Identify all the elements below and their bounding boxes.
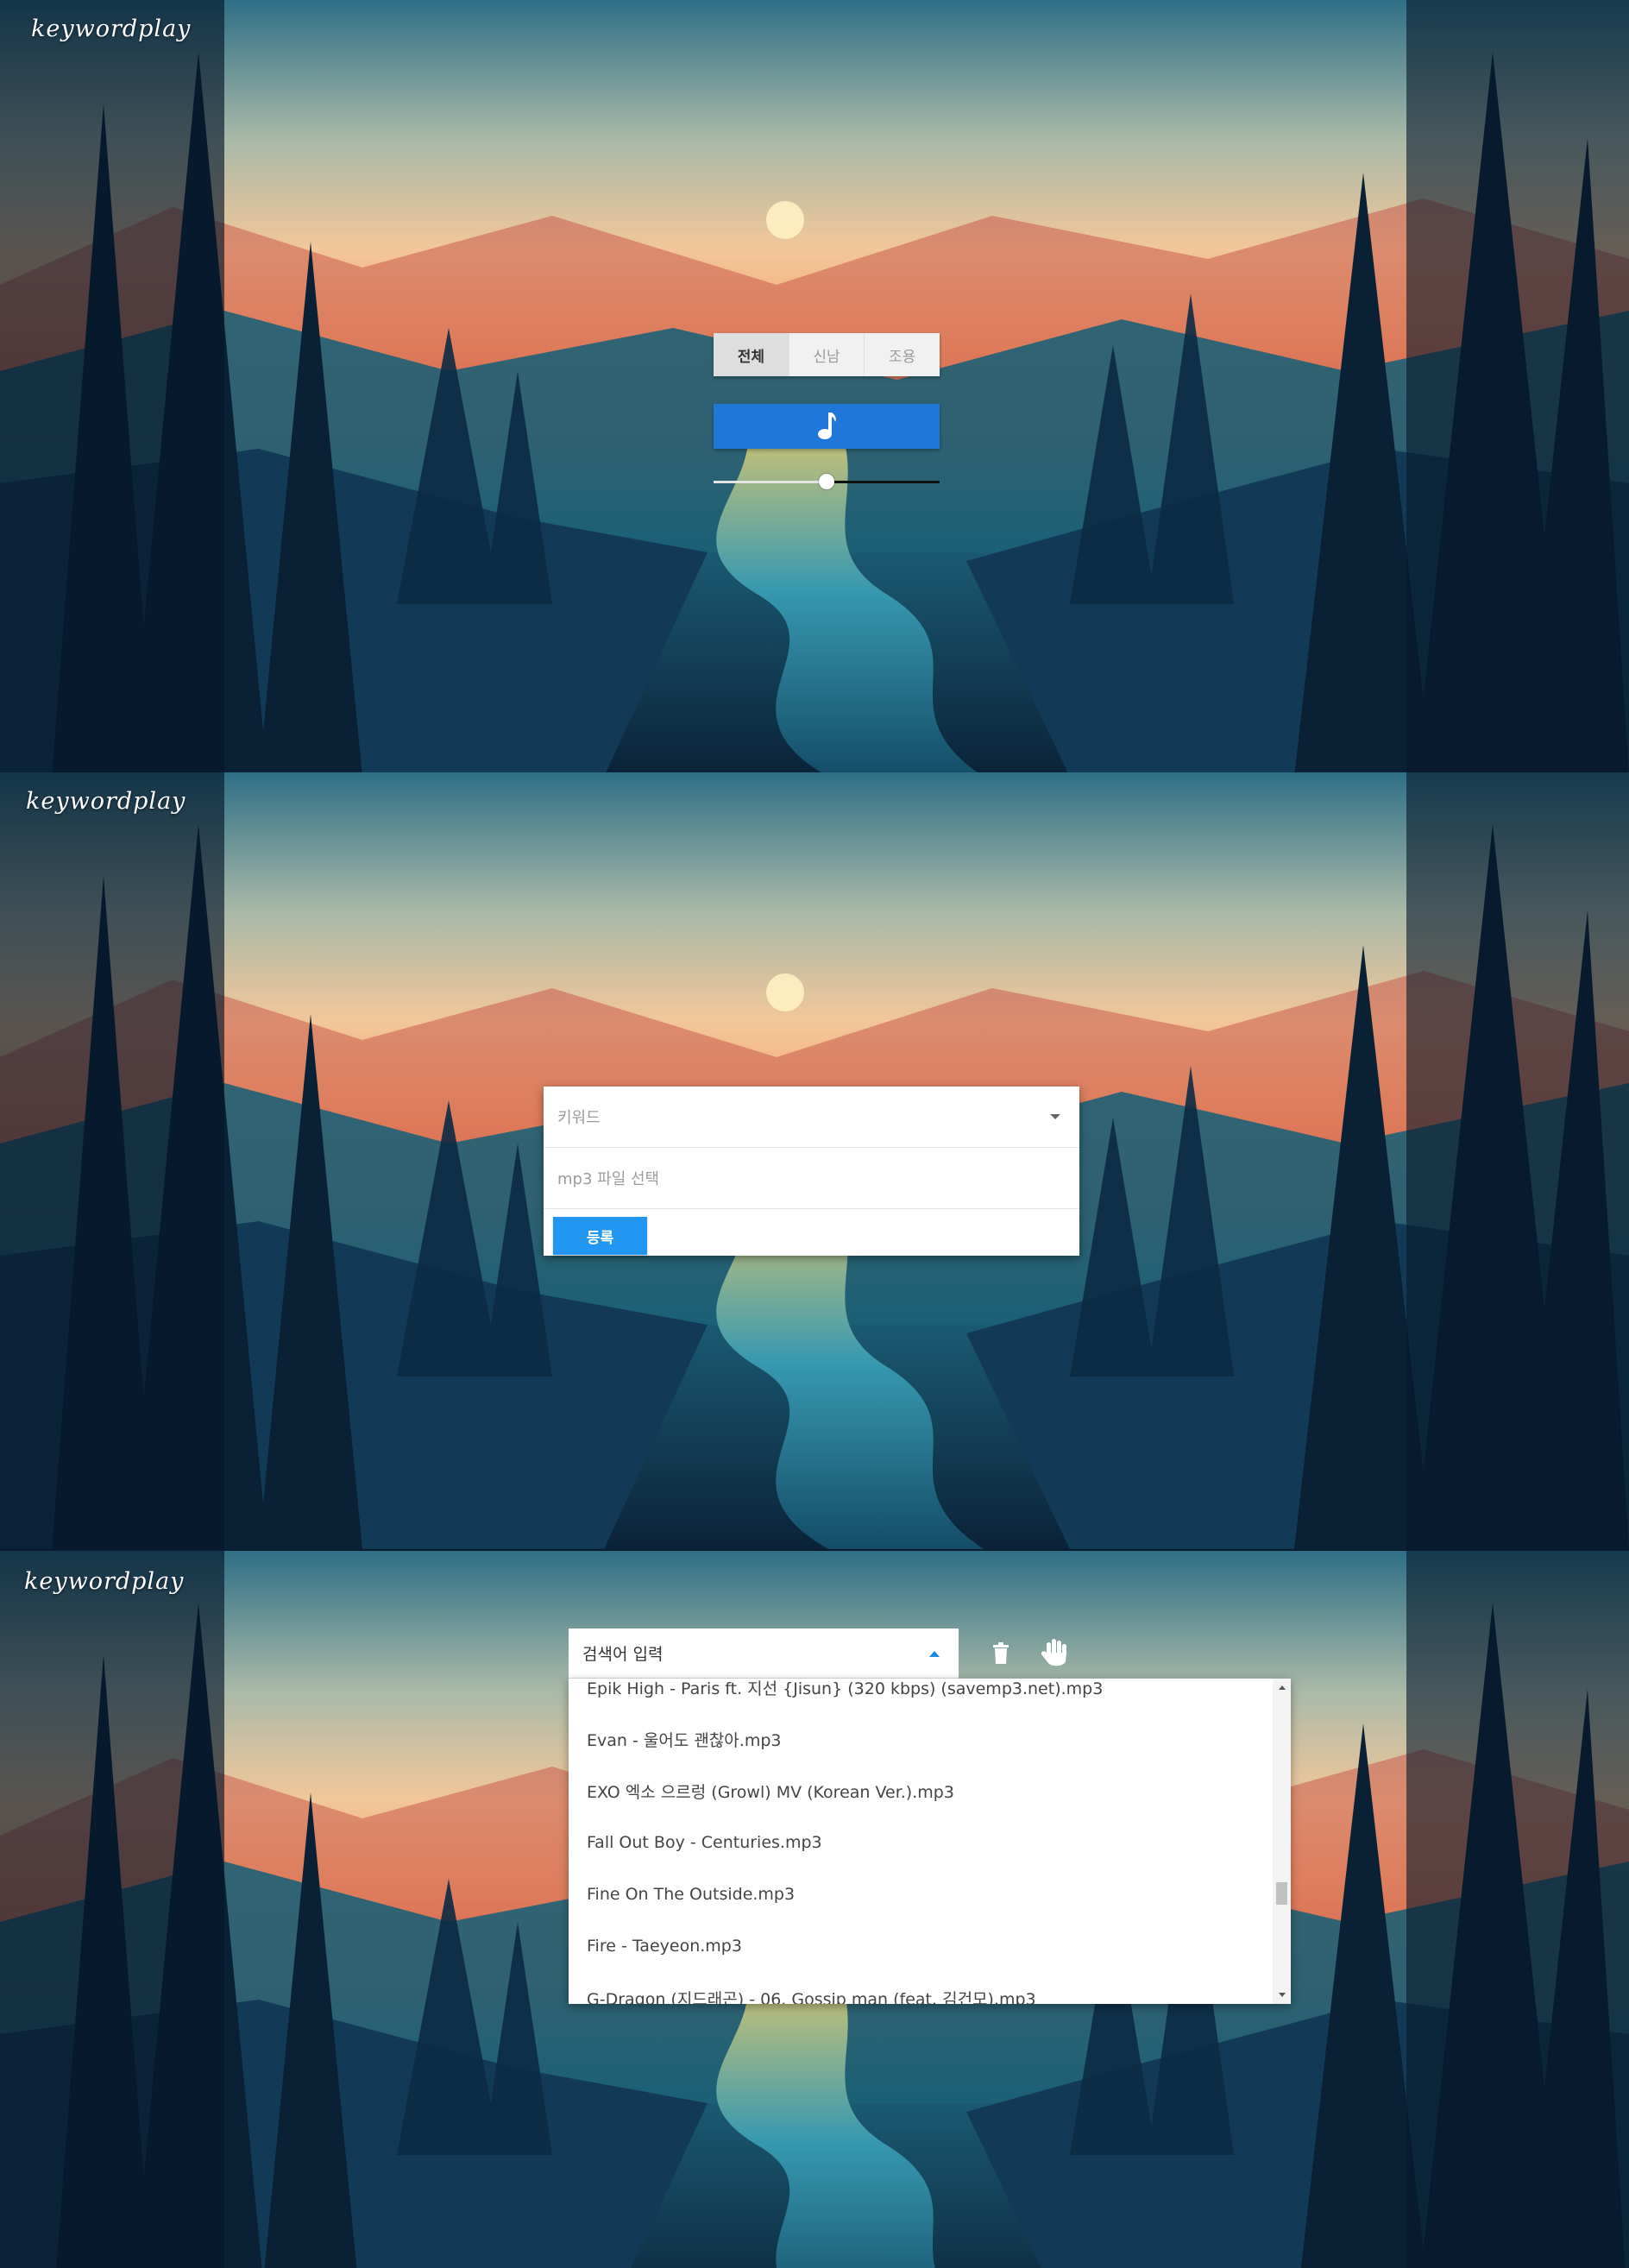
logo[interactable]: keywordplay (26, 788, 186, 815)
list-scrollbar[interactable] (1273, 1679, 1291, 2004)
list-item[interactable]: EXO 엑소 으르렁 (Growl) MV (Korean Ver.).mp3 (569, 1765, 1273, 1817)
trash-icon[interactable] (991, 1642, 1010, 1668)
scroll-up-icon[interactable] (1279, 1685, 1286, 1690)
music-note-icon (818, 413, 836, 439)
list-item[interactable]: Fine On The Outside.mp3 (569, 1868, 1273, 1920)
logo[interactable]: keywordplay (31, 16, 191, 42)
keyword-select-placeholder: 키워드 (557, 1109, 601, 1127)
upload-screen: keywordplay 키워드 mp3 파일 선택 등록 (0, 772, 1629, 1551)
results-list: Epik High - Paris ft. 지선 {Jisun} (320 kb… (569, 1679, 1291, 2004)
file-input[interactable]: mp3 파일 선택 (544, 1148, 1079, 1209)
mood-tabs: 전체 신남 조용 (714, 333, 940, 376)
tab-calm[interactable]: 조용 (865, 333, 940, 376)
scroll-thumb[interactable] (1276, 1882, 1287, 1905)
scroll-down-icon[interactable] (1279, 1993, 1286, 1997)
volume-track-filled (714, 481, 827, 483)
keyword-select[interactable]: 키워드 (544, 1087, 1079, 1148)
chevron-up-icon (929, 1651, 940, 1657)
tab-all[interactable]: 전체 (714, 333, 789, 376)
list-item[interactable]: Fire - Taeyeon.mp3 (569, 1920, 1273, 1972)
tab-exciting[interactable]: 신남 (789, 333, 865, 376)
search-screen: keywordplay 검색어 입력 Epik High - Paris ft.… (0, 1551, 1629, 2268)
list-item[interactable]: Evan - 울어도 괜찮아.mp3 (569, 1713, 1273, 1765)
volume-track-empty (827, 481, 940, 483)
file-input-placeholder: mp3 파일 선택 (557, 1170, 660, 1188)
hand-icon[interactable] (1040, 1637, 1071, 1672)
chevron-down-icon (1050, 1114, 1060, 1119)
list-item[interactable]: Epik High - Paris ft. 지선 {Jisun} (320 kb… (569, 1679, 1273, 1713)
upload-form: 키워드 mp3 파일 선택 등록 (544, 1087, 1079, 1256)
volume-thumb[interactable] (819, 474, 834, 489)
player-screen: keywordplay 전체 신남 조용 (0, 0, 1629, 772)
logo[interactable]: keywordplay (24, 1568, 184, 1595)
play-button[interactable] (714, 404, 940, 449)
search-input[interactable]: 검색어 입력 (569, 1629, 959, 1679)
list-item[interactable]: Fall Out Boy - Centuries.mp3 (569, 1817, 1273, 1868)
list-item[interactable]: G-Dragon (지드래곤) - 06. Gossip man (feat. … (569, 1972, 1273, 2005)
search-input-placeholder: 검색어 입력 (582, 1645, 664, 1664)
volume-slider[interactable] (714, 473, 940, 490)
submit-button[interactable]: 등록 (553, 1217, 647, 1255)
background-landscape (0, 0, 1629, 772)
